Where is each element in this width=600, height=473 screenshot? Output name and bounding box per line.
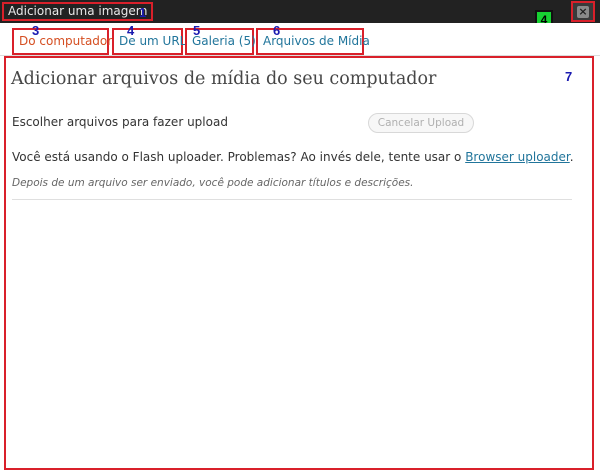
choose-files-label: Escolher arquivos para fazer upload (12, 115, 228, 129)
tab-from-url[interactable]: De um URL (112, 28, 186, 55)
page-title: Adicionar arquivos de mídia do seu compu… (11, 69, 437, 89)
tab-from-computer[interactable]: Do computador (12, 28, 112, 55)
browser-uploader-link[interactable]: Browser uploader (465, 150, 570, 164)
window-titlebar: Adicionar uma imagem × (0, 0, 600, 23)
annotation-number-6: 6 (273, 23, 281, 38)
media-tabs: Do computador De um URL Galeria (5) Arqu… (0, 23, 600, 56)
cancel-upload-button[interactable]: Cancelar Upload (368, 113, 474, 133)
flash-notice-end: . (569, 150, 574, 164)
annotation-number-1: 1 (139, 5, 147, 20)
annotation-number-7: 7 (565, 69, 573, 84)
annotation-number-5: 5 (193, 23, 201, 38)
annotation-number-3: 3 (32, 23, 40, 38)
window-title: Adicionar uma imagem (2, 2, 154, 21)
divider (12, 199, 572, 200)
close-button[interactable]: × (571, 1, 595, 22)
annotation-number-4: 4 (127, 23, 135, 38)
flash-uploader-notice: Você está usando o Flash uploader. Probl… (12, 150, 574, 164)
close-icon: × (577, 4, 589, 18)
flash-notice-text: Você está usando o Flash uploader. Probl… (12, 150, 466, 164)
upload-panel: Adicionar arquivos de mídia do seu compu… (4, 56, 594, 470)
after-upload-note: Depois de um arquivo ser enviado, você p… (12, 177, 414, 189)
